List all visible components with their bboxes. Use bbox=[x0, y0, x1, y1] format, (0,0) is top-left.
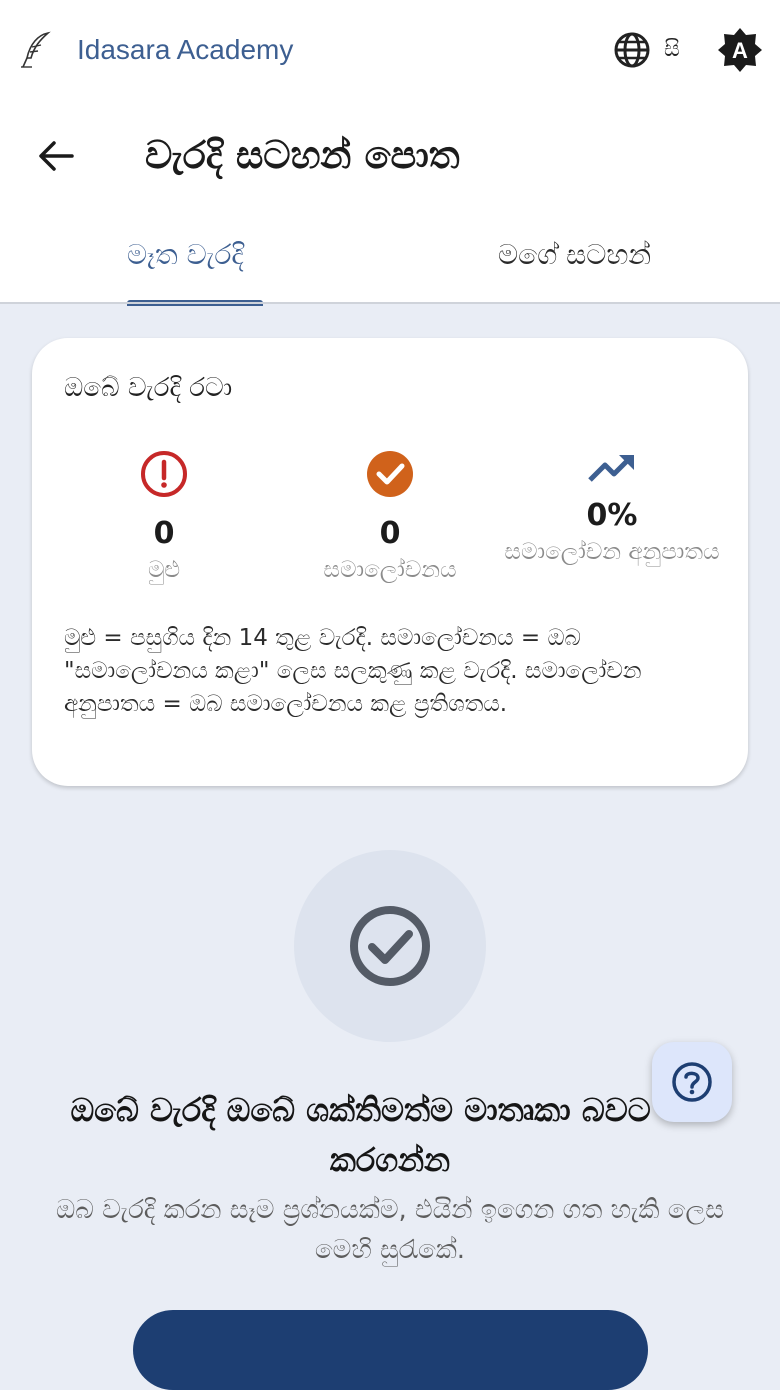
back-arrow-icon[interactable] bbox=[34, 134, 78, 178]
check-circle-icon bbox=[367, 451, 413, 497]
empty-state-headline: ඔබේ වැරදි ඔබේ ශක්තිමත්ම මාතෘකා බවට පත් ක… bbox=[70, 1091, 710, 1179]
brightness-auto-icon[interactable]: A bbox=[716, 26, 764, 74]
stat-label: මුළු bbox=[147, 557, 181, 583]
stat-review-rate: 0% සමාලෝචන අනුපාතය bbox=[502, 442, 722, 568]
page-title: වැරදි සටහන් පොත bbox=[145, 133, 460, 177]
stat-value: 0 bbox=[153, 516, 175, 551]
stat-reviewed: 0 සමාලෝචනය bbox=[280, 448, 500, 586]
page-header: වැරදි සටහන් පොත bbox=[0, 110, 780, 200]
help-circle-icon bbox=[672, 1062, 712, 1102]
card-title: ඔබේ වැරදි රටා bbox=[64, 373, 233, 403]
primary-action-button[interactable] bbox=[133, 1310, 648, 1390]
mistake-patterns-card: ඔබේ වැරදි රටා 0 මුළු 0 සමාලෝචනය 0% සමාලෝ… bbox=[32, 338, 748, 786]
empty-state-subtext: ඔබ වැරදි කරන සෑම ප්‍රශ්නයක්ම, එයින් ඉගෙන… bbox=[56, 1195, 724, 1265]
brand-name[interactable]: Idasara Academy bbox=[77, 30, 293, 70]
divider bbox=[0, 302, 780, 304]
app-bar: Idasara Academy සි A bbox=[0, 0, 780, 100]
tab-bar: මෑත වැරදි මගේ සටහන් bbox=[0, 215, 780, 306]
svg-text:A: A bbox=[732, 38, 748, 63]
check-circle-outline-icon bbox=[350, 906, 430, 986]
trending-up-icon bbox=[588, 455, 634, 482]
tab-my-notes[interactable]: මගේ සටහන් bbox=[498, 233, 651, 277]
top-section: Idasara Academy සි A වැරදි සටහන් පොත මෑත… bbox=[0, 0, 780, 306]
stat-label: සමාලෝචනය bbox=[323, 557, 457, 583]
tab-recent-mistakes[interactable]: මෑත වැරදි bbox=[127, 233, 244, 277]
help-button[interactable] bbox=[652, 1042, 732, 1122]
stat-label: සමාලෝචන අනුපාතය bbox=[504, 539, 720, 565]
stat-value: 0% bbox=[586, 498, 638, 533]
quill-logo-icon bbox=[21, 31, 51, 68]
globe-icon[interactable] bbox=[612, 30, 652, 70]
error-circle-icon bbox=[141, 451, 187, 497]
language-toggle[interactable]: සි bbox=[664, 30, 680, 70]
stat-value: 0 bbox=[379, 516, 401, 551]
stats-explanation: මුළු = පසුගිය දින 14 තුළ වැරදි. සමාලෝචනය… bbox=[64, 625, 642, 717]
stat-total: 0 මුළු bbox=[54, 448, 274, 586]
